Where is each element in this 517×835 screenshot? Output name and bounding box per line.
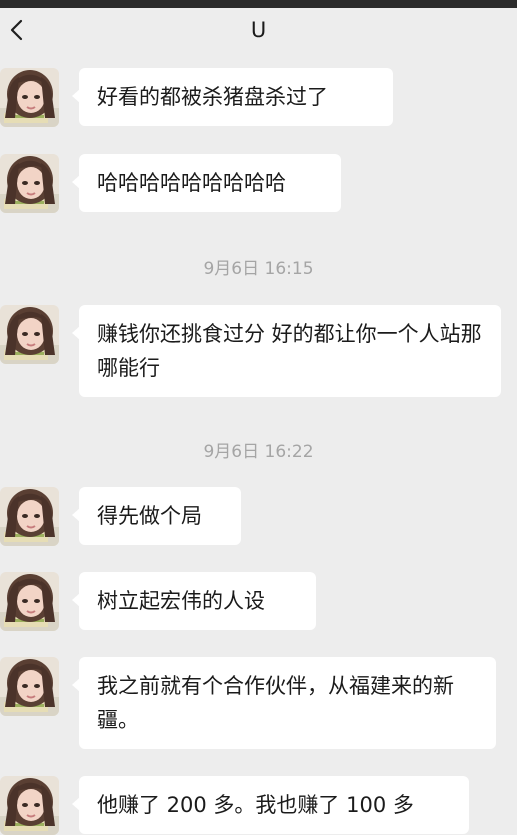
timestamp: 9月6日 16:15 <box>203 259 314 279</box>
message-bubble[interactable]: 赚钱你还挑食过分 好的都让你一个人站那哪能行 <box>72 305 501 397</box>
avatar[interactable] <box>0 572 59 631</box>
message-bubble[interactable]: 得先做个局 <box>72 487 241 545</box>
avatar[interactable] <box>0 305 59 364</box>
chat-title[interactable]: U <box>0 18 517 42</box>
message-bubble[interactable]: 树立起宏伟的人设 <box>72 572 316 630</box>
timestamp: 9月6日 16:22 <box>203 442 314 462</box>
chat-header: U <box>0 8 517 54</box>
message-bubble[interactable]: 哈哈哈哈哈哈哈哈哈 <box>72 154 341 212</box>
avatar[interactable] <box>0 487 59 546</box>
message-bubble[interactable]: 我之前就有个合作伙伴，从福建来的新疆。 <box>72 657 496 749</box>
message-bubble[interactable]: 好看的都被杀猪盘杀过了 <box>72 68 393 126</box>
avatar[interactable] <box>0 657 59 716</box>
avatar[interactable] <box>0 776 59 835</box>
status-bar-edge <box>0 0 517 8</box>
avatar[interactable] <box>0 68 59 127</box>
avatar[interactable] <box>0 154 59 213</box>
message-bubble[interactable]: 他赚了 200 多。我也赚了 100 多 <box>72 776 469 834</box>
